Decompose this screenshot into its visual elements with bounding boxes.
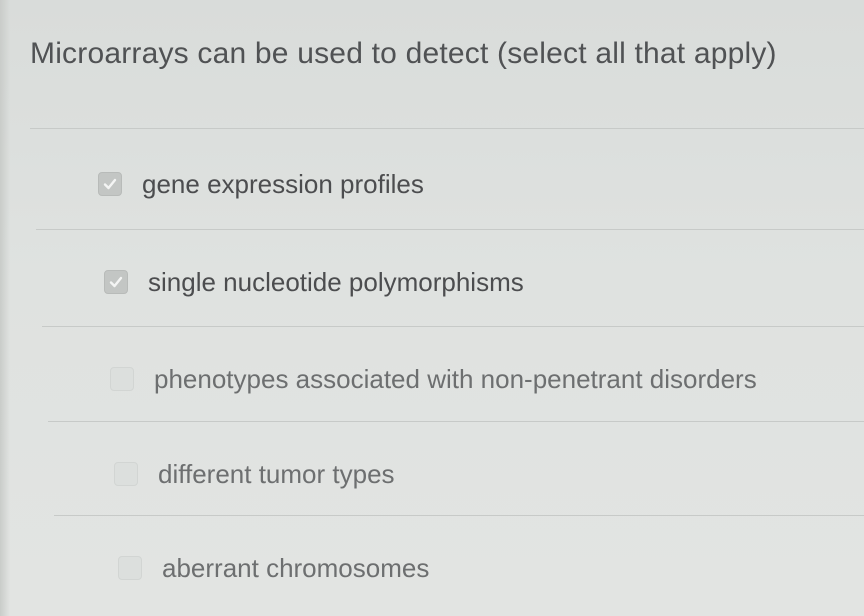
option-different-tumor-types[interactable]: different tumor types <box>114 454 395 494</box>
option-aberrant-chromosomes[interactable]: aberrant chromosomes <box>118 548 429 588</box>
option-checkbox[interactable] <box>104 270 128 294</box>
divider <box>48 421 864 422</box>
option-single-nucleotide-polymorphisms[interactable]: single nucleotide polymorphisms <box>104 262 524 302</box>
option-phenotypes-non-penetrant[interactable]: phenotypes associated with non-penetrant… <box>110 359 757 399</box>
option-label: gene expression profiles <box>142 169 424 199</box>
option-label: aberrant chromosomes <box>162 553 430 583</box>
divider <box>42 326 864 327</box>
option-checkbox[interactable] <box>114 462 138 486</box>
option-gene-expression-profiles[interactable]: gene expression profiles <box>98 164 424 204</box>
option-checkbox[interactable] <box>118 556 142 580</box>
divider <box>36 229 864 230</box>
option-label: different tumor types <box>158 459 395 489</box>
option-checkbox[interactable] <box>98 172 122 196</box>
question-title: Microarrays can be used to detect (selec… <box>30 37 777 70</box>
divider <box>54 515 864 516</box>
checkmark-icon <box>109 276 123 288</box>
option-label: single nucleotide polymorphisms <box>148 267 524 297</box>
option-checkbox[interactable] <box>110 367 134 391</box>
checkmark-icon <box>103 178 117 190</box>
option-label: phenotypes associated with non-penetrant… <box>154 364 757 394</box>
divider <box>30 128 864 129</box>
window-edge <box>0 0 10 616</box>
